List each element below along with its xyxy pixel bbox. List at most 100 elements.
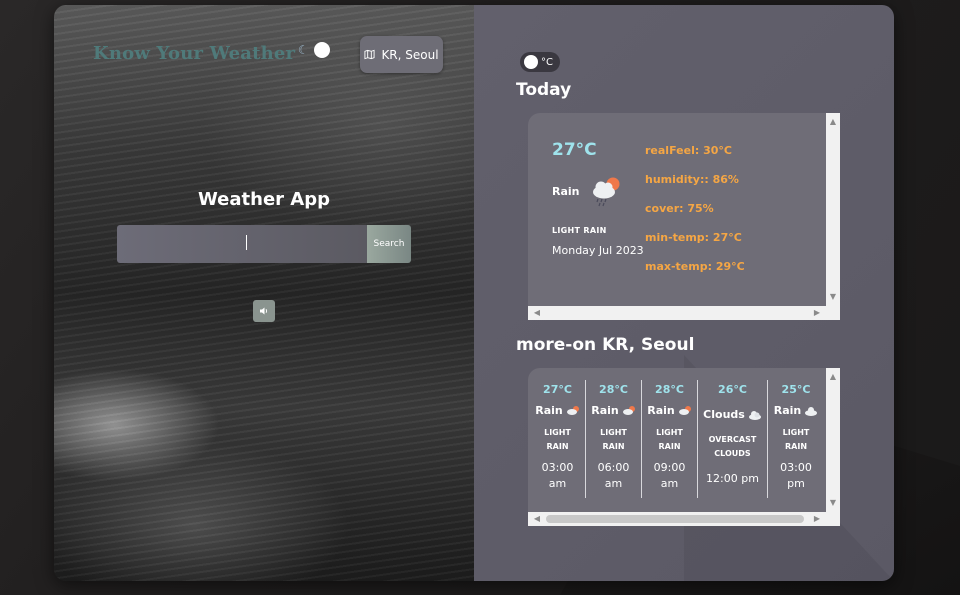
forecast-desc-line1: LIGHT xyxy=(544,428,571,437)
forecast-time: 03:00 pm xyxy=(768,460,824,492)
forecast-item: 28°C Rain LIGHT RAIN 09:00 am xyxy=(642,380,698,498)
forecast-time-line2: pm xyxy=(787,477,805,490)
forecast-condition-row: Rain xyxy=(642,404,697,417)
rain-cloud-icon xyxy=(805,406,818,416)
forecast-time-line1: 03:00 xyxy=(541,461,574,474)
forecast-condition-row: Rain xyxy=(586,404,641,417)
forecast-time: 06:00 am xyxy=(586,460,641,492)
forecast-desc-line1: OVERCAST xyxy=(708,435,757,444)
forecast-desc-line2: RAIN xyxy=(602,442,625,451)
stat-min-temp: min-temp: 27°C xyxy=(645,231,742,244)
map-icon xyxy=(364,49,375,60)
today-stats: realFeel: 30°C humidity:: 86% cover: 75%… xyxy=(645,144,745,289)
forecast-description: OVERCAST CLOUDS xyxy=(698,433,767,461)
forecast-vertical-scrollbar[interactable]: ▲ ▼ xyxy=(826,368,840,512)
forecast-time-line2: am xyxy=(548,477,567,490)
forecast-condition: Rain xyxy=(647,404,675,417)
forecast-condition: Rain xyxy=(535,404,563,417)
today-card: 27°C Rain LIGHT RAIN Monday Jul 2023 rea… xyxy=(528,113,840,320)
forecast-temp: 28°C xyxy=(599,383,628,396)
forecast-item: 26°C Clouds OVERCAST CLOUDS 12:00 pm xyxy=(698,380,768,498)
forecast-temp: 25°C xyxy=(781,383,811,396)
scroll-up-arrow-icon[interactable]: ▲ xyxy=(826,370,840,384)
today-vertical-scrollbar[interactable]: ▲ ▼ xyxy=(826,113,840,306)
forecast-desc-line2: RAIN xyxy=(546,442,569,451)
scroll-left-arrow-icon[interactable]: ◀ xyxy=(530,512,544,526)
forecast-time: 03:00 am xyxy=(530,460,585,492)
today-horizontal-scrollbar[interactable]: ◀ ▶ xyxy=(528,306,840,320)
forecast-desc-line2: RAIN xyxy=(658,442,681,451)
forecast-temp: 28°C xyxy=(655,383,684,396)
forecast-desc-line2: CLOUDS xyxy=(714,449,751,458)
forecast-description: LIGHT RAIN xyxy=(530,426,585,454)
scroll-right-arrow-icon[interactable]: ▶ xyxy=(810,512,824,526)
forecast-time-line2: am xyxy=(604,477,623,490)
location-label: KR, Seoul xyxy=(381,47,439,62)
forecast-item: 28°C Rain LIGHT RAIN 06:00 am xyxy=(586,380,642,498)
app-title: Weather App xyxy=(197,189,331,210)
forecast-time-line1: 03:00 xyxy=(780,461,812,474)
forecast-desc-line2: RAIN xyxy=(784,442,808,451)
text-cursor xyxy=(246,235,247,250)
forecast-item: 25°C Rain LIGHT RAIN 03:00 pm xyxy=(768,380,824,498)
today-condition: Rain xyxy=(552,185,580,198)
forecast-condition-row: Rain xyxy=(530,404,585,417)
voice-button[interactable] xyxy=(253,300,275,322)
rain-cloud-icon xyxy=(622,405,635,415)
scroll-down-arrow-icon[interactable]: ▼ xyxy=(826,290,840,304)
speaker-icon xyxy=(260,307,268,315)
toggle-knob xyxy=(314,42,330,58)
forecast-condition: Clouds xyxy=(703,408,745,421)
stat-cover: cover: 75% xyxy=(645,202,714,215)
weather-app-card: Know Your Weather ☾ KR, Seoul Weather Ap… xyxy=(54,5,894,581)
forecast-heading: more-on KR, Seoul xyxy=(516,335,695,355)
today-date: Monday Jul 2023 xyxy=(552,244,644,257)
forecast-condition-row: Rain xyxy=(768,404,824,417)
location-button[interactable]: KR, Seoul xyxy=(360,36,443,73)
scroll-right-arrow-icon[interactable]: ▶ xyxy=(810,306,824,320)
forecast-temp: 27°C xyxy=(543,383,572,396)
forecast-condition: Rain xyxy=(773,404,802,417)
forecast-temp: 26°C xyxy=(718,383,747,396)
rain-cloud-icon xyxy=(566,405,579,415)
scroll-up-arrow-icon[interactable]: ▲ xyxy=(826,115,840,129)
forecast-description: LIGHT RAIN xyxy=(768,426,824,454)
stat-humidity: humidity:: 86% xyxy=(645,173,739,186)
forecast-time-line1: 09:00 xyxy=(653,461,686,474)
forecast-time: 12:00 pm xyxy=(698,471,767,487)
forecast-card: 27°C Rain LIGHT RAIN 03:00 am 28°C Rain xyxy=(528,368,840,513)
today-temperature: 27°C xyxy=(552,140,597,160)
rain-cloud-icon xyxy=(593,177,620,207)
stat-max-temp: max-temp: 29°C xyxy=(645,260,745,273)
forecast-description: LIGHT RAIN xyxy=(642,426,697,454)
forecast-time-line1: 06:00 xyxy=(597,461,630,474)
forecast-desc-line1: LIGHT xyxy=(600,428,627,437)
cloud-icon xyxy=(748,410,761,420)
right-panel: °C Today 27°C Rain LIGHT RAIN Monday Jul… xyxy=(474,5,894,581)
forecast-description: LIGHT RAIN xyxy=(586,426,641,454)
theme-toggle[interactable]: ☾ xyxy=(298,42,332,60)
scrollbar-thumb[interactable] xyxy=(546,515,804,523)
forecast-condition-row: Clouds xyxy=(698,408,767,421)
brand-title: Know Your Weather xyxy=(93,43,296,64)
forecast-condition: Rain xyxy=(591,404,619,417)
search-input[interactable] xyxy=(117,225,367,263)
scroll-left-arrow-icon[interactable]: ◀ xyxy=(530,306,544,320)
unit-label: °C xyxy=(541,56,553,68)
forecast-desc-line1: LIGHT xyxy=(782,428,810,437)
search-button[interactable]: Search xyxy=(367,225,411,263)
toggle-knob xyxy=(524,55,538,69)
forecast-time: 09:00 am xyxy=(642,460,697,492)
forecast-desc-line1: LIGHT xyxy=(656,428,683,437)
forecast-time-line1: 12:00 pm xyxy=(706,472,759,485)
today-heading: Today xyxy=(516,80,572,100)
forecast-item: 27°C Rain LIGHT RAIN 03:00 am xyxy=(530,380,586,498)
today-description: LIGHT RAIN xyxy=(552,226,607,235)
forecast-time-line2: am xyxy=(660,477,679,490)
unit-toggle[interactable]: °C xyxy=(520,52,560,72)
stat-realfeel: realFeel: 30°C xyxy=(645,144,732,157)
forecast-horizontal-scrollbar[interactable]: ◀ ▶ xyxy=(528,512,840,526)
left-panel: Know Your Weather ☾ KR, Seoul Weather Ap… xyxy=(54,5,474,581)
scroll-down-arrow-icon[interactable]: ▼ xyxy=(826,496,840,510)
rain-cloud-icon xyxy=(678,405,691,415)
